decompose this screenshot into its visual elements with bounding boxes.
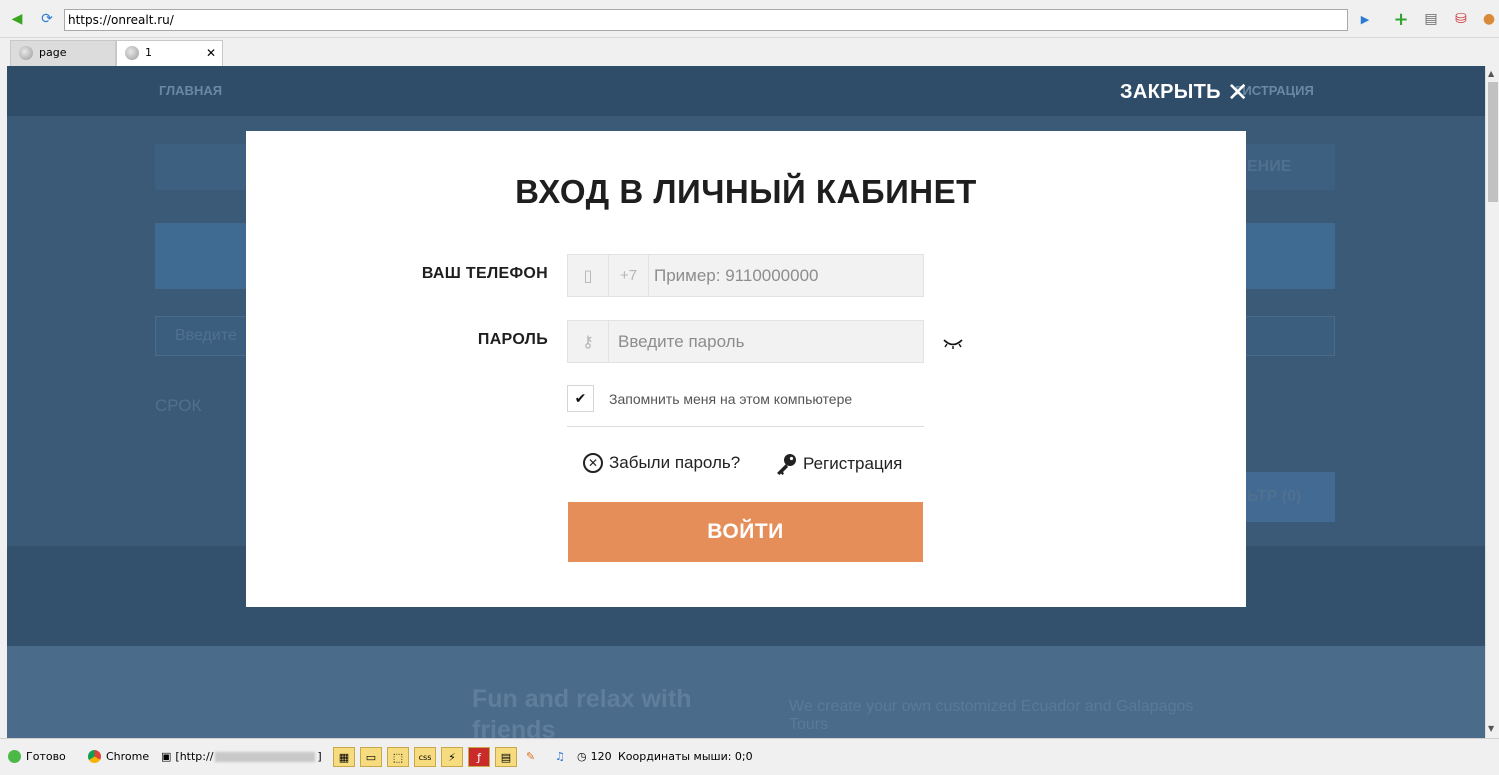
globe-icon [19, 46, 33, 60]
database-icon[interactable]: ⛁ [1452, 10, 1470, 28]
promo-title: Fun and relax with friends [472, 685, 692, 738]
scroll-down-icon[interactable]: ▼ [1488, 724, 1494, 733]
scrollbar[interactable]: ▲ ▼ [1485, 66, 1499, 738]
refresh-icon[interactable]: ⟳ [38, 10, 56, 28]
browser-toolbar: ◀ ⟳ ▶ + ▤ ⛁ ● [0, 0, 1499, 38]
flash-player-icon[interactable]: ƒ [468, 747, 490, 767]
tab-label: 1 [145, 46, 152, 59]
status-mouse-coords: Координаты мыши: 0;0 [618, 750, 753, 763]
status-threads: ◷ 120 [577, 750, 612, 763]
promo-text: We create your own customized Ecuador an… [789, 698, 1194, 733]
check-icon [8, 750, 21, 763]
tab-page[interactable]: page [10, 40, 116, 66]
remember-checkbox[interactable]: ✔ [567, 385, 594, 412]
login-modal: ВХОД В ЛИЧНЫЙ КАБИНЕТ ВАШ ТЕЛЕФОН ▯ +7 П… [246, 131, 1246, 607]
globe-icon [125, 46, 139, 60]
tab-1[interactable]: 1 ✕ [116, 40, 223, 66]
page-promo: Fun and relax with friends We create you… [7, 646, 1485, 738]
music-icon[interactable]: ♫ [555, 750, 565, 763]
scroll-up-icon[interactable]: ▲ [1488, 69, 1494, 78]
remember-label: Запомнить меня на этом компьютере [609, 390, 853, 407]
divider [567, 426, 924, 427]
clock-icon: ◷ [577, 750, 587, 763]
page-nav: ГЛАВНАЯ ГИСТРАЦИЯ [7, 66, 1485, 116]
chrome-icon [88, 750, 101, 763]
login-button[interactable]: ВОЙТИ [568, 502, 923, 562]
register-label: Регистрация [803, 454, 903, 473]
cookie-icon[interactable]: ● [1480, 10, 1498, 28]
proxy-address-redacted [215, 751, 316, 762]
tab-label: page [39, 46, 67, 59]
phone-label: ВАШ ТЕЛЕФОН [421, 265, 548, 282]
modal-title: ВХОД В ЛИЧНЫЙ КАБИНЕТ [515, 173, 977, 210]
phone-icon: ▯ [568, 255, 609, 296]
css-tool-icon[interactable]: css [414, 747, 436, 767]
page-srok: СРОК [155, 396, 202, 415]
status-ready: Готово [8, 750, 66, 763]
close-label: ЗАКРЫТЬ [1120, 81, 1221, 103]
monitor-tool-icon[interactable]: ▤ [495, 747, 517, 767]
password-input[interactable] [618, 321, 918, 362]
status-bar: Готово Chrome ▣ [http:// ] ▦ ▭ ⬚ css ⚡ ƒ… [0, 738, 1499, 775]
forgot-label: Забыли пароль? [609, 453, 741, 472]
modal-close-button[interactable]: ЗАКРЫТЬ ✕ [1120, 77, 1249, 108]
close-icon: ✕ [1226, 77, 1249, 108]
phone-input[interactable] [654, 255, 919, 296]
go-icon[interactable]: ▶ [1356, 10, 1374, 28]
nav-home: ГЛАВНАЯ [159, 83, 223, 98]
phone-prefix: +7 [609, 255, 649, 296]
notes-icon[interactable]: ▤ [1422, 10, 1440, 28]
add-icon[interactable]: + [1392, 9, 1410, 30]
remember-me[interactable]: ✔ Запомнить меня на этом компьютере [567, 385, 852, 412]
status-browser: Chrome [88, 750, 149, 763]
tab-close-icon[interactable]: ✕ [206, 41, 216, 65]
scroll-thumb[interactable] [1488, 82, 1498, 202]
key-icon [777, 454, 796, 475]
select-tool-icon[interactable]: ⬚ [387, 747, 409, 767]
dropper-icon[interactable]: ✎ [526, 750, 535, 763]
back-arrow-icon[interactable]: ◀ [8, 10, 26, 28]
password-label: ПАРОЛЬ [477, 331, 548, 348]
password-field[interactable]: ⚷ [567, 320, 924, 363]
register-link[interactable]: Регистрация [775, 453, 902, 475]
page-input-hint: Введите [175, 327, 237, 344]
circle-x-icon: ✕ [583, 453, 603, 473]
eye-closed-icon[interactable] [943, 336, 963, 350]
image-tool-icon[interactable]: ▦ [333, 747, 355, 767]
network-icon: ▣ [161, 750, 172, 763]
status-proxy: ▣ [http:// ] [161, 750, 322, 763]
key-icon: ⚷ [568, 321, 609, 362]
forgot-password-link[interactable]: ✕ Забыли пароль? [583, 453, 740, 473]
flash-tool-icon[interactable]: ⚡ [441, 747, 463, 767]
phone-field[interactable]: ▯ +7 [567, 254, 924, 297]
url-input[interactable] [64, 9, 1348, 31]
tab-bar: page 1 ✕ [0, 38, 1499, 66]
window-tool-icon[interactable]: ▭ [360, 747, 382, 767]
page-tab-text: ЕНИЕ [1247, 158, 1292, 175]
page-filter-label: ЬТР (0) [1247, 488, 1302, 505]
